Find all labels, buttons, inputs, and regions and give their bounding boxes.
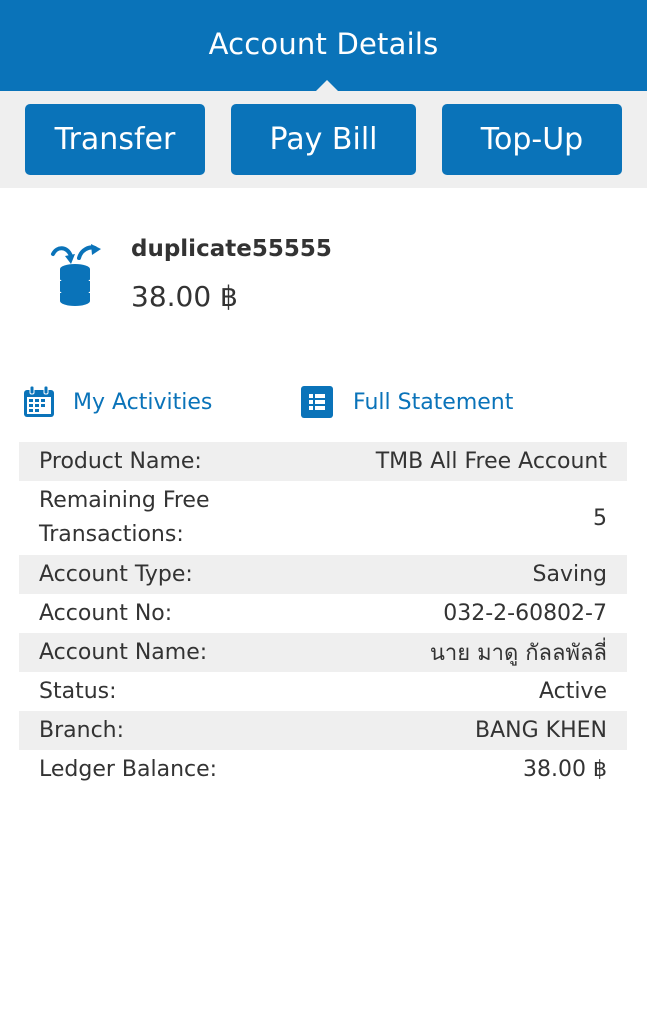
top-up-button[interactable]: Top-Up	[442, 104, 622, 175]
detail-label: Ledger Balance:	[39, 756, 218, 782]
transfer-button[interactable]: Transfer	[25, 104, 205, 175]
detail-row-account-no: Account No: 032-2-60802-7	[19, 594, 627, 633]
page-title: Account Details	[208, 26, 439, 61]
detail-value: Saving	[532, 562, 608, 587]
detail-row-account-type: Account Type: Saving	[19, 555, 627, 594]
detail-label: Account Name:	[39, 639, 208, 665]
detail-label: Product Name:	[39, 448, 202, 474]
account-balance: 38.00 ฿	[131, 280, 238, 313]
savings-coins-icon	[51, 244, 101, 306]
statement-list-icon	[301, 386, 333, 418]
my-activities-label: My Activities	[73, 389, 213, 415]
detail-label: Remaining Free Transactions:	[39, 488, 210, 547]
account-details-table: Product Name: TMB All Free Account Remai…	[19, 442, 627, 789]
app-header: Account Details	[0, 0, 647, 91]
account-links: My Activities Full Statement	[0, 380, 647, 424]
detail-value: 5	[593, 505, 607, 531]
header-pointer	[316, 80, 338, 91]
detail-row-remaining-free-transactions: Remaining Free Transactions: 5	[19, 481, 627, 555]
detail-row-product-name: Product Name: TMB All Free Account	[19, 442, 627, 481]
detail-row-ledger-balance: Ledger Balance: 38.00 ฿	[19, 750, 627, 789]
detail-label: Account Type:	[39, 561, 193, 587]
full-statement-link[interactable]: Full Statement	[300, 380, 513, 424]
detail-value: 032-2-60802-7	[443, 601, 607, 626]
detail-row-branch: Branch: BANG KHEN	[19, 711, 627, 750]
calendar-icon	[24, 385, 54, 417]
action-bar: Transfer Pay Bill Top-Up	[0, 91, 647, 188]
detail-label: Branch:	[39, 717, 125, 743]
full-statement-label: Full Statement	[353, 389, 514, 415]
detail-value: นาย มาดู กัลลพัลลี่	[429, 641, 607, 666]
my-activities-link[interactable]: My Activities	[22, 380, 212, 424]
detail-value: TMB All Free Account	[375, 449, 607, 474]
detail-value: BANG KHEN	[475, 718, 607, 743]
account-nickname: duplicate55555	[131, 236, 332, 262]
detail-value: 38.00 ฿	[523, 757, 607, 782]
detail-label: Status:	[39, 678, 117, 704]
detail-value: Active	[538, 679, 607, 704]
detail-row-status: Status: Active	[19, 672, 627, 711]
detail-row-account-name: Account Name: นาย มาดู กัลลพัลลี่	[19, 633, 627, 672]
detail-label: Account No:	[39, 600, 173, 626]
account-summary: duplicate55555 38.00 ฿	[0, 188, 647, 348]
pay-bill-button[interactable]: Pay Bill	[231, 104, 416, 175]
